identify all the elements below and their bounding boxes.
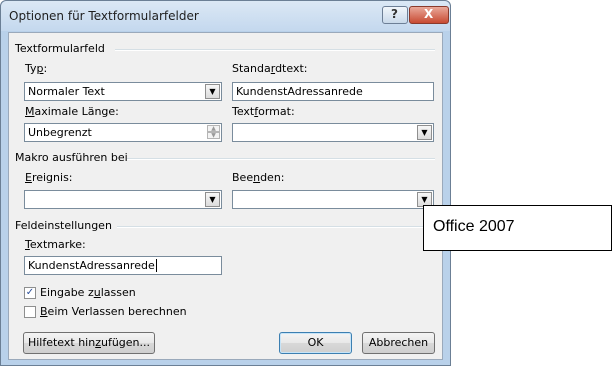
entry-macro-select[interactable]: ▼ — [24, 190, 222, 209]
type-select-value: Normaler Text — [28, 85, 105, 98]
exit-macro-select[interactable]: ▼ — [232, 190, 434, 209]
ok-button[interactable]: OK — [279, 332, 352, 354]
max-length-label: Maximale Länge: — [25, 105, 119, 118]
version-callout: Office 2007 — [423, 205, 612, 251]
spin-up-icon[interactable]: ▲ — [207, 125, 220, 132]
title-bar: Optionen für Textformularfelder ? X — [1, 1, 450, 31]
section-divider — [115, 49, 435, 51]
dialog-window: Optionen für Textformularfelder ? X Text… — [0, 0, 451, 366]
spin-down-icon[interactable]: ▼ — [207, 132, 220, 139]
add-help-text-button[interactable]: Hilfetext hinzufügen... — [23, 332, 155, 354]
section-divider — [127, 158, 435, 160]
fill-in-label[interactable]: Eingabe zulassen — [40, 286, 136, 299]
bookmark-input[interactable]: KundenstAdressanrede — [24, 256, 222, 275]
fill-in-checkbox[interactable]: ✓ — [24, 287, 36, 299]
bookmark-value: KundenstAdressanrede — [28, 259, 155, 272]
dialog-body: Textformularfeld Typ: Normaler Text ▼ St… — [8, 32, 443, 360]
entry-macro-label: Ereignis: — [25, 171, 73, 184]
text-caret — [155, 259, 157, 272]
dialog-title: Optionen für Textformularfelder — [9, 9, 199, 23]
max-length-value: Unbegrenzt — [28, 126, 92, 139]
help-button[interactable]: ? — [382, 6, 408, 24]
section-heading-field-settings: Feldeinstellungen — [15, 219, 112, 232]
chevron-down-icon[interactable]: ▼ — [205, 84, 220, 99]
close-icon: X — [424, 7, 434, 21]
section-divider — [117, 226, 435, 228]
default-text-input[interactable]: KundenstAdressanrede — [232, 82, 434, 101]
calc-on-exit-label[interactable]: Beim Verlassen berechnen — [40, 305, 187, 318]
spinner-buttons[interactable]: ▲ ▼ — [207, 125, 220, 140]
max-length-spinner[interactable]: Unbegrenzt ▲ ▼ — [24, 123, 222, 142]
default-text-value: KundenstAdressanrede — [236, 85, 363, 98]
bookmark-label: Textmarke: — [25, 238, 86, 251]
exit-macro-label: Beenden: — [232, 171, 285, 184]
type-select[interactable]: Normaler Text ▼ — [24, 82, 222, 101]
text-format-select[interactable]: ▼ — [232, 123, 434, 142]
chevron-down-icon[interactable]: ▼ — [205, 192, 220, 207]
type-label: Typ: — [25, 62, 48, 75]
help-icon: ? — [391, 7, 398, 21]
calc-on-exit-checkbox[interactable] — [24, 306, 36, 318]
version-callout-text: Office 2007 — [433, 218, 515, 235]
close-button[interactable]: X — [409, 6, 449, 24]
section-heading-macro: Makro ausführen bei — [15, 151, 128, 164]
chevron-down-icon[interactable]: ▼ — [417, 125, 432, 140]
cancel-button[interactable]: Abbrechen — [362, 332, 435, 354]
default-text-label: Standardtext: — [232, 62, 308, 75]
text-format-label: Textformat: — [232, 105, 295, 118]
section-heading-textformfield: Textformularfeld — [15, 42, 105, 55]
